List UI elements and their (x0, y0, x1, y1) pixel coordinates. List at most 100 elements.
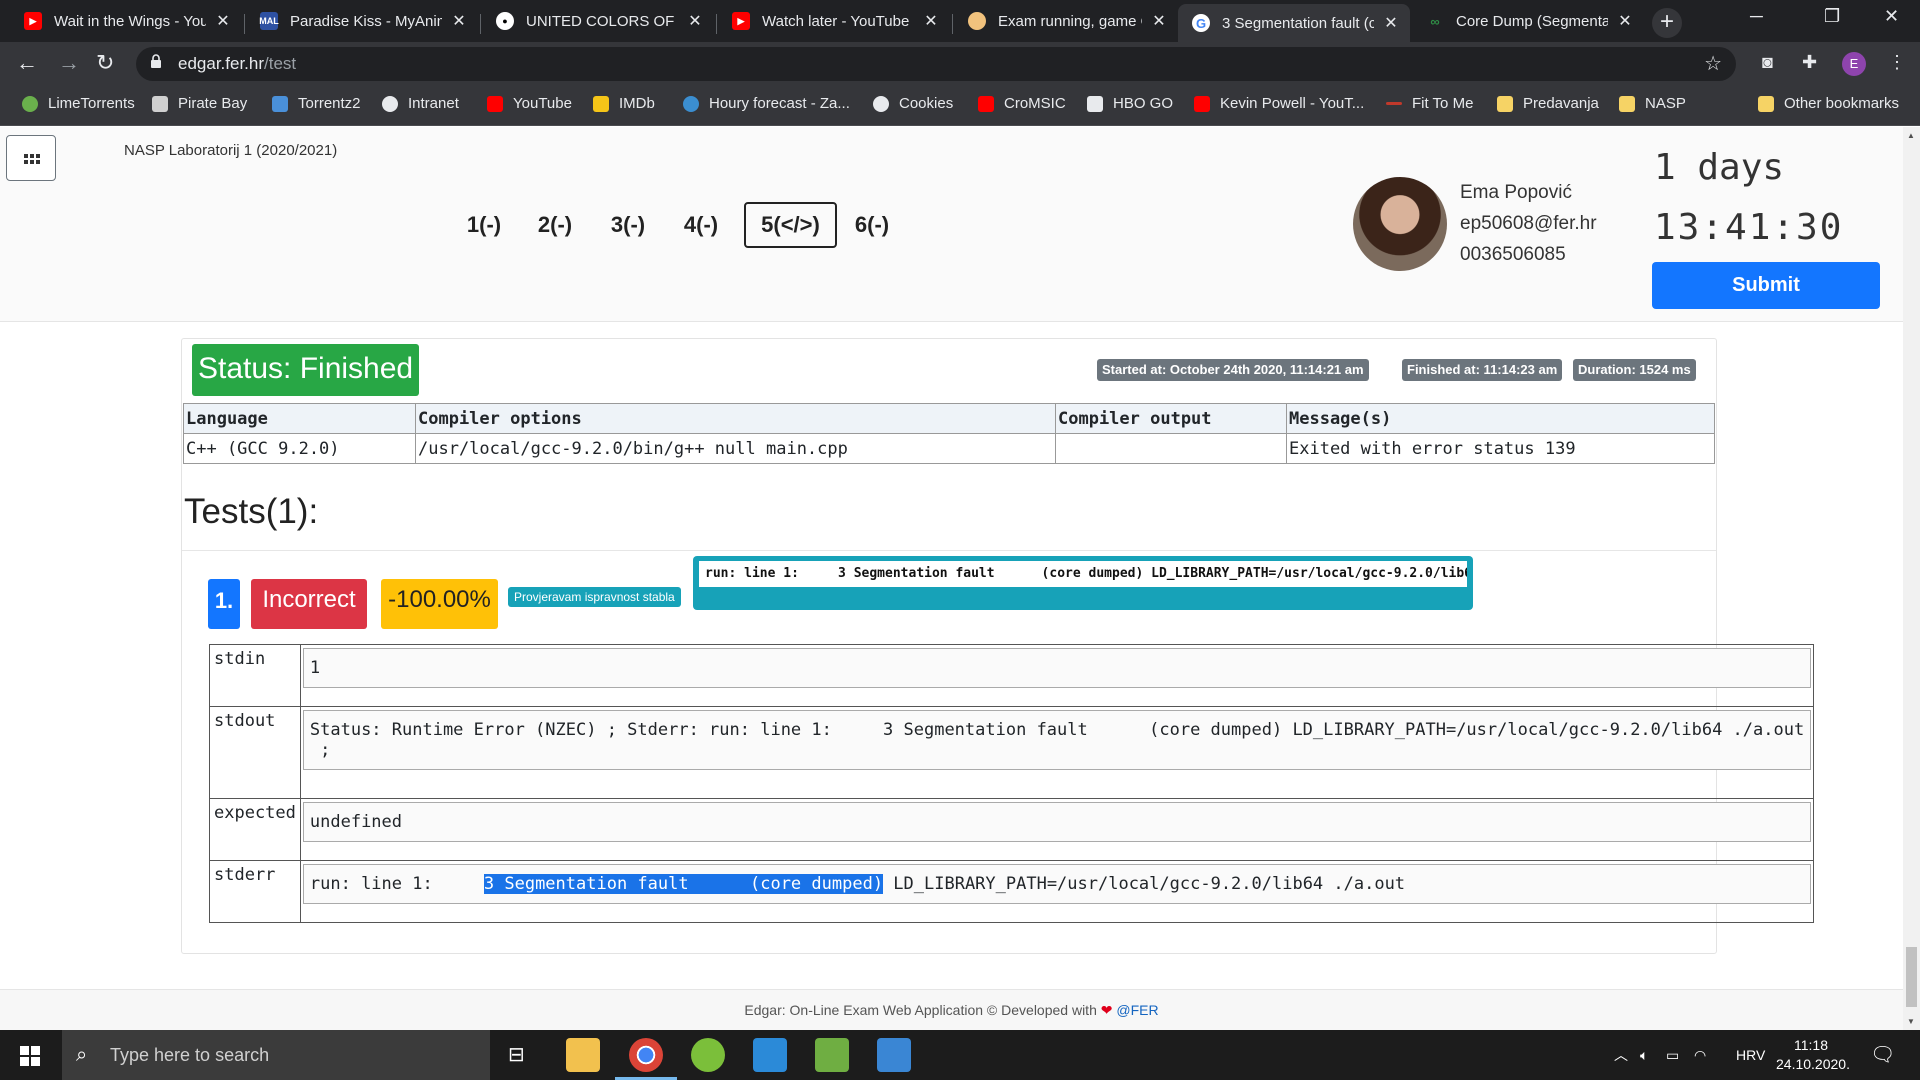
user-id: 0036506085 (1460, 244, 1566, 265)
question-nav-4[interactable]: 4(-) (679, 202, 723, 248)
vscode-icon[interactable] (753, 1038, 787, 1072)
close-tab-icon[interactable]: ✕ (1150, 11, 1168, 31)
task-view-icon[interactable]: ⊟ (508, 1030, 525, 1080)
close-tab-icon[interactable]: ✕ (686, 11, 704, 31)
tab-core-dump[interactable]: ∞ Core Dump (Segmenta ✕ (1412, 4, 1644, 38)
fer-link[interactable]: @FER (1116, 1002, 1158, 1018)
close-tab-icon[interactable]: ✕ (1382, 13, 1400, 33)
close-window-icon[interactable]: ✕ (1884, 6, 1899, 27)
chrome-icon[interactable] (615, 1038, 677, 1080)
status-badge: Status: Finished (192, 344, 419, 396)
close-tab-icon[interactable]: ✕ (1616, 11, 1634, 31)
forward-icon[interactable]: → (58, 51, 80, 75)
table-row: stderr run: line 1: 3 Segmentation fault… (209, 860, 1815, 923)
tab-exam-running[interactable]: Exam running, game O ✕ (954, 4, 1178, 38)
question-nav-2[interactable]: 2(-) (533, 202, 577, 248)
restore-icon[interactable]: ❐ (1824, 6, 1840, 27)
browser-toolbar: ← → ↻ edgar.fer.hr/test ☆ ◙ ✚ E ⋮ (0, 42, 1920, 86)
table-header-row: Language Compiler options Compiler outpu… (183, 403, 1715, 434)
scroll-down-icon[interactable]: ▼ (1907, 1017, 1915, 1026)
camera-icon[interactable]: ◙ (1762, 52, 1773, 73)
bookmark-fit-to-me[interactable]: Fit To Me (1386, 95, 1473, 112)
compiler-output-cell (1055, 433, 1287, 464)
bookmark-other[interactable]: Other bookmarks (1758, 95, 1899, 112)
close-tab-icon[interactable]: ✕ (922, 11, 940, 31)
bookmark-kevin-powell[interactable]: Kevin Powell - YouT... (1194, 95, 1364, 112)
bookmark-pirate-bay[interactable]: Pirate Bay (152, 95, 247, 112)
check-info-badge[interactable]: Provjeravam ispravnost stabla (508, 587, 681, 607)
timer-clock: 13:41:30 (1654, 207, 1844, 248)
close-tab-icon[interactable]: ✕ (450, 11, 468, 31)
question-nav-1[interactable]: 1(-) (462, 202, 506, 248)
volume-icon[interactable]: 🔈︎ (1640, 1030, 1648, 1080)
expected-value[interactable]: undefined (302, 802, 1812, 842)
google-icon: G (1192, 14, 1210, 32)
fit-to-me-icon (1386, 102, 1402, 105)
tray-chevron-icon[interactable]: ︿ (1614, 1030, 1628, 1080)
new-tab-button[interactable]: + (1652, 8, 1682, 38)
language-indicator[interactable]: HRV (1736, 1030, 1765, 1080)
close-tab-icon[interactable]: ✕ (214, 11, 232, 31)
bookmark-nasp[interactable]: NASP (1619, 95, 1686, 112)
bookmark-cromsic[interactable]: CroMSIC (978, 95, 1066, 112)
selected-text: 3 Segmentation fault (core dumped) (483, 874, 884, 894)
bookmark-intranet[interactable]: Intranet (382, 95, 459, 112)
duration-badge: Duration: 1524 ms (1573, 359, 1696, 381)
bookmark-youtube[interactable]: YouTube (487, 95, 572, 112)
scroll-up-icon[interactable]: ▲ (1907, 131, 1915, 140)
windows-start-icon[interactable] (20, 1046, 40, 1066)
tab-watch-later[interactable]: ▶ Watch later - YouTube ✕ (718, 4, 950, 38)
notifications-icon[interactable]: 🗨︎ (1870, 1030, 1895, 1080)
compiler-options-cell: /usr/local/gcc-9.2.0/bin/g++ null main.c… (415, 433, 1056, 464)
stderr-tooltip: run: line 1: 3 Segmentation fault (core … (693, 556, 1473, 610)
stderr-value[interactable]: run: line 1: 3 Segmentation fault (core … (302, 864, 1812, 904)
minimize-icon[interactable]: ─ (1750, 6, 1763, 27)
tab-wait-in-the-wings[interactable]: ▶ Wait in the Wings - You ✕ (10, 4, 242, 38)
bookmark-predavanja[interactable]: Predavanja (1497, 95, 1599, 112)
taskbar-clock[interactable]: 11:18 24.10.2020. (1776, 1036, 1850, 1074)
question-nav-5[interactable]: 5(</>) (744, 202, 837, 248)
expected-label: expected (209, 798, 301, 861)
taskbar-search[interactable]: ⌕ Type here to search (62, 1030, 490, 1080)
bookmark-torrentz2[interactable]: Torrentz2 (272, 95, 361, 112)
user-email: ep50608@fer.hr (1460, 213, 1597, 234)
tab-segmentation-fault[interactable]: G 3 Segmentation fault (c ✕ (1178, 4, 1410, 42)
photos-icon[interactable] (877, 1038, 911, 1072)
apps-menu-button[interactable] (6, 135, 56, 181)
edgar-icon (968, 12, 986, 30)
bookmark-imdb[interactable]: IMDb (593, 95, 655, 112)
bookmark-hbo-go[interactable]: HBO GO (1087, 95, 1173, 112)
pirate-bay-icon (152, 95, 168, 112)
bookmark-houry-forecast[interactable]: Houry forecast - Za... (683, 95, 850, 112)
profile-avatar[interactable]: E (1842, 52, 1866, 76)
bookmark-limetorrents[interactable]: LimeTorrents (22, 95, 135, 112)
bookmark-cookies[interactable]: Cookies (873, 95, 953, 112)
file-explorer-icon[interactable] (566, 1038, 600, 1072)
submit-button[interactable]: Submit (1652, 262, 1880, 309)
reload-icon[interactable]: ↻ (96, 51, 114, 75)
address-bar[interactable]: edgar.fer.hr/test ☆ (136, 47, 1736, 81)
page-scrollbar[interactable]: ▲ ▼ (1903, 127, 1920, 1030)
grid-icon (24, 154, 40, 164)
tests-heading: Tests(1): (184, 492, 319, 531)
back-icon[interactable]: ← (16, 51, 38, 75)
bookmarks-bar: LimeTorrents Pirate Bay Torrentz2 Intran… (0, 86, 1920, 126)
extensions-icon[interactable]: ✚ (1802, 52, 1817, 73)
menu-icon[interactable]: ⋮ (1888, 52, 1906, 73)
battery-icon[interactable]: ▭ (1666, 1030, 1679, 1080)
question-nav-6[interactable]: 6(-) (850, 202, 894, 248)
question-nav-3[interactable]: 3(-) (606, 202, 650, 248)
tab-paradise-kiss[interactable]: MAL Paradise Kiss - MyAnim ✕ (246, 4, 478, 38)
notepad-icon[interactable] (815, 1038, 849, 1072)
table-row: C++ (GCC 9.2.0) /usr/local/gcc-9.2.0/bin… (183, 433, 1715, 464)
utorrent-icon[interactable] (691, 1038, 725, 1072)
wifi-icon[interactable]: ◠ (1694, 1030, 1706, 1080)
stdin-value[interactable]: 1 (302, 648, 1812, 688)
bookmark-star-icon[interactable]: ☆ (1704, 51, 1722, 76)
scrollbar-thumb[interactable] (1906, 947, 1917, 1007)
column-header: Message(s) (1286, 403, 1715, 434)
stdout-value[interactable]: Status: Runtime Error (NZEC) ; Stderr: r… (302, 710, 1812, 770)
tab-united-colors[interactable]: ● UNITED COLORS OF BE ✕ (482, 4, 714, 38)
stdin-label: stdin (209, 644, 301, 707)
language-cell: C++ (GCC 9.2.0) (183, 433, 416, 464)
